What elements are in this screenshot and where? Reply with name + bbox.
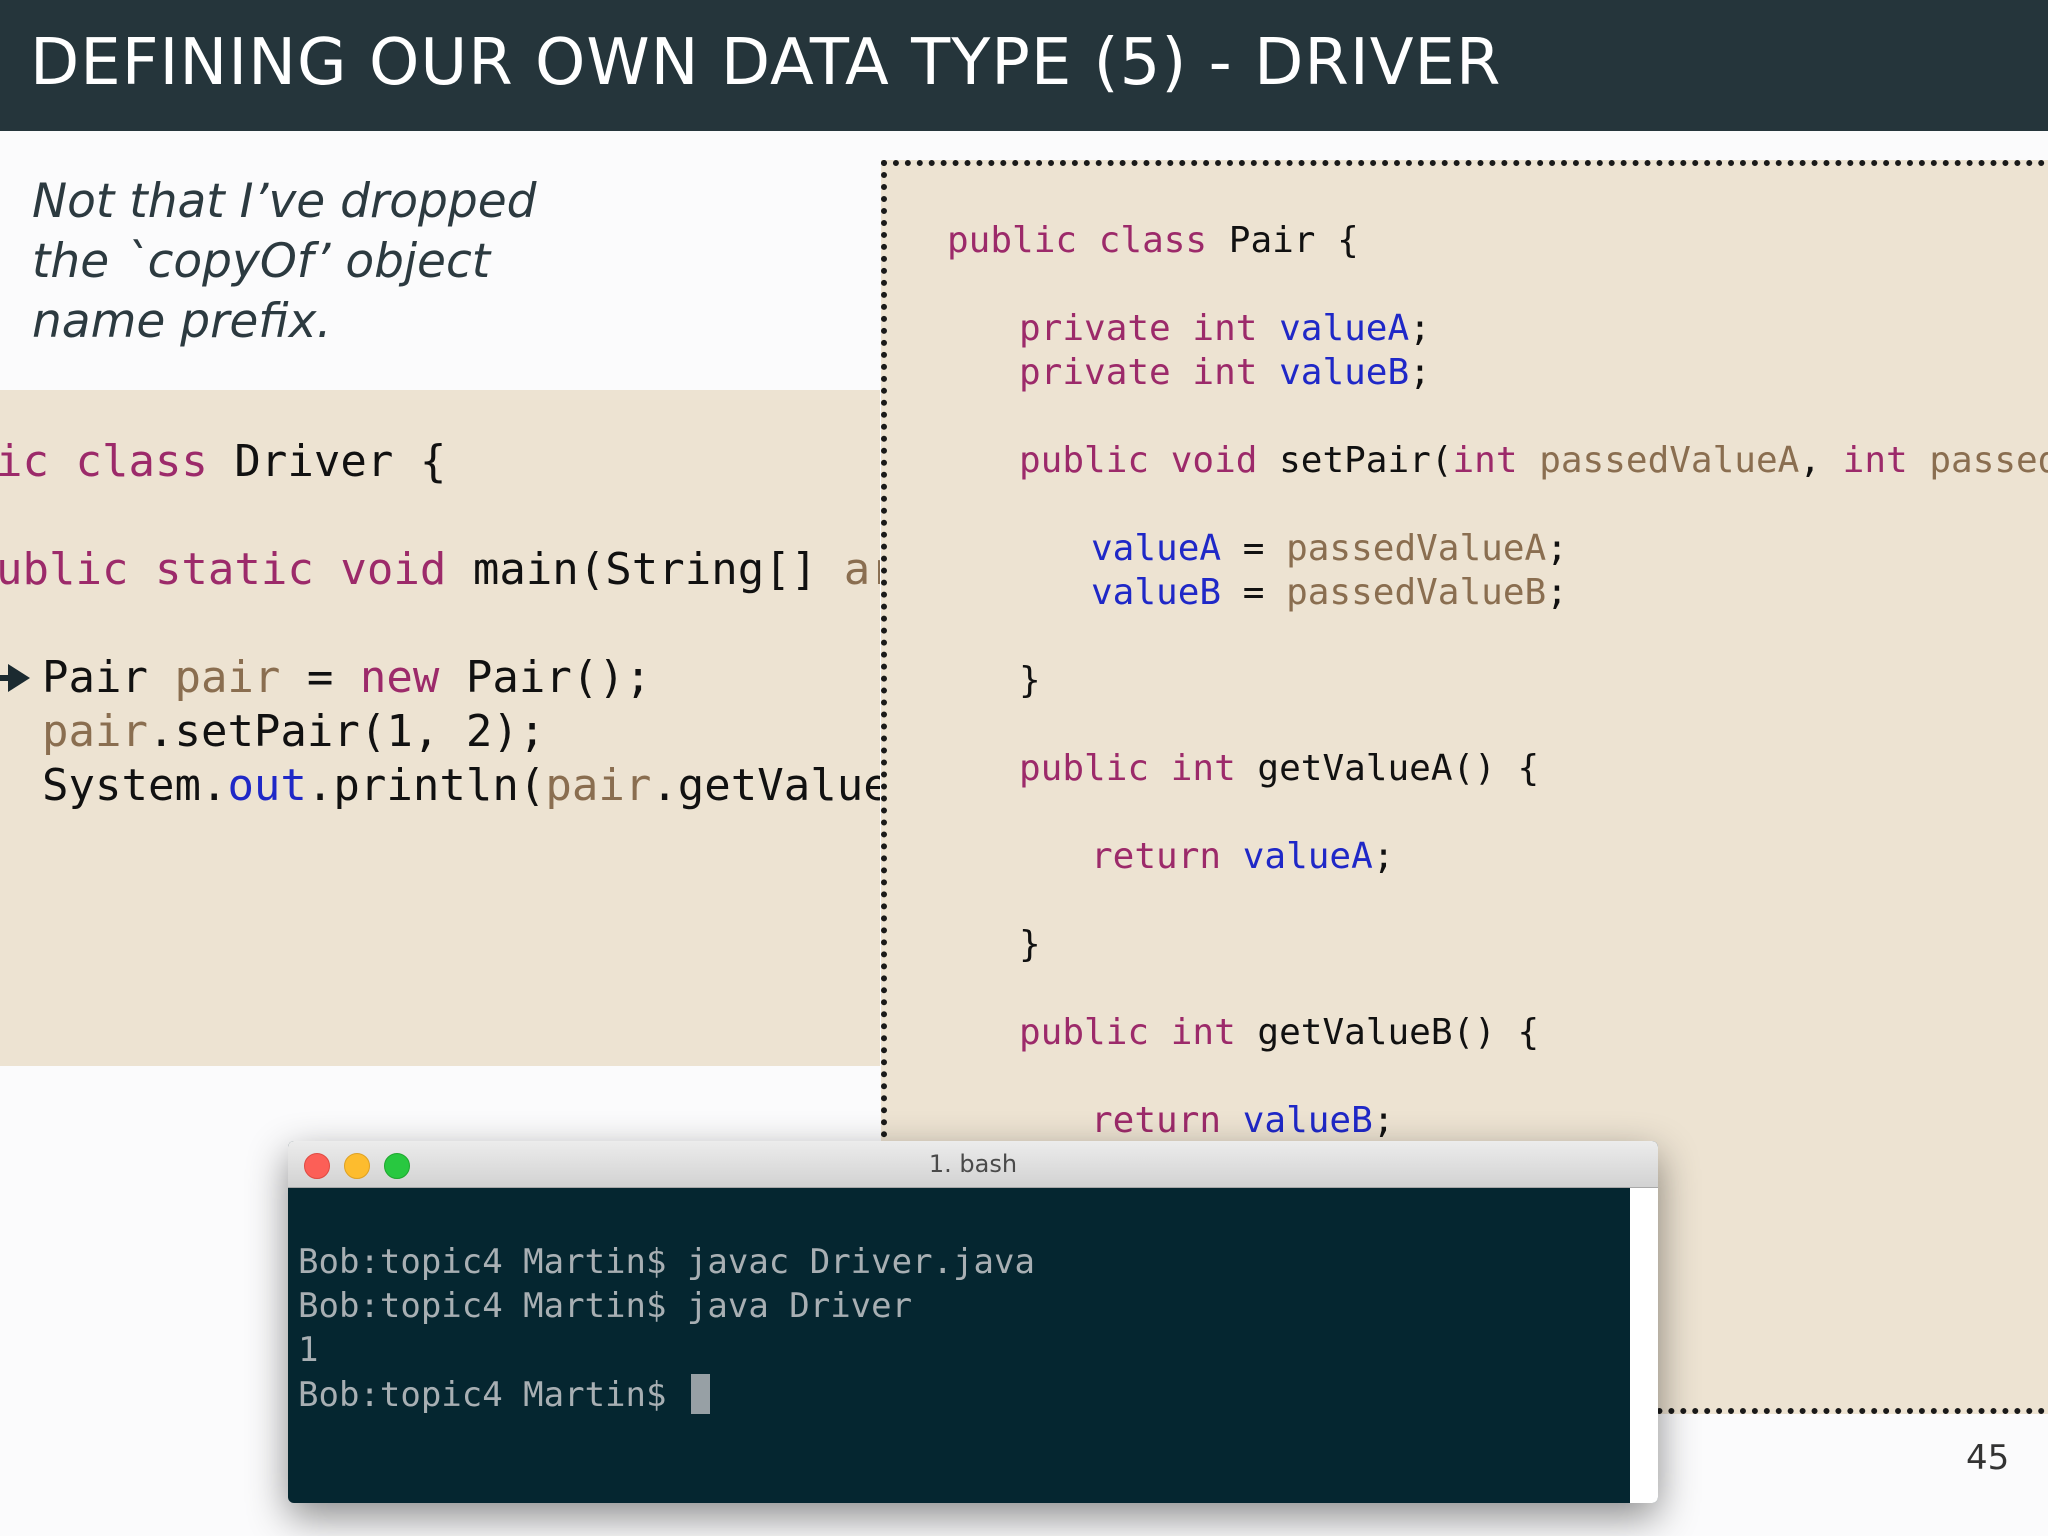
arrow-right-icon	[0, 664, 30, 692]
title-bar: DEFINING OUR OWN DATA TYPE (5) - DRIVER	[0, 0, 2048, 131]
note-line: Not that I’ve dropped	[32, 174, 537, 229]
code-line: }	[1019, 924, 1041, 965]
page-number: 45	[1966, 1438, 2010, 1478]
code-line: pair.setPair(1, 2);	[42, 706, 546, 757]
code-line: System.out.println(pair.getValueA()	[42, 760, 880, 811]
code-line: public int getValueB() {	[1019, 1012, 1540, 1053]
terminal-prompt-line: Bob:topic4 Martin$	[298, 1374, 710, 1415]
terminal-prompt: Bob:topic4 Martin$	[298, 1375, 687, 1415]
code-line: public int getValueA() {	[1019, 748, 1540, 789]
code-line: public void setPair(int passedValueA, in…	[1019, 440, 2048, 481]
terminal-output[interactable]: Bob:topic4 Martin$ javac Driver.java Bob…	[288, 1188, 1628, 1503]
driver-code-panel: ic class Driver { ublic static void main…	[0, 390, 880, 1066]
terminal-line: Bob:topic4 Martin$ java Driver	[298, 1286, 913, 1326]
terminal-window[interactable]: 1. bash Bob:topic4 Martin$ javac Driver.…	[288, 1141, 1658, 1503]
code-line: }	[1019, 660, 1041, 701]
terminal-title: 1. bash	[928, 1150, 1018, 1178]
code-line: private int valueB;	[1019, 352, 1431, 393]
terminal-line: Bob:topic4 Martin$ javac Driver.java	[298, 1242, 1035, 1282]
code-line: ic class Driver {	[0, 436, 447, 487]
note-line: the `copyOf’ object	[32, 234, 491, 289]
code-line: public class Pair {	[947, 220, 1359, 261]
code-line: Pair pair = new Pair();	[42, 652, 652, 703]
code-line: private int valueA;	[1019, 308, 1431, 349]
code-line: valueB = passedValueB;	[1091, 572, 1568, 613]
code-line: return valueA;	[1091, 836, 1395, 877]
slide-title: DEFINING OUR OWN DATA TYPE (5) - DRIVER	[30, 26, 1502, 100]
code-line: ublic static void main(String[] args)	[0, 544, 880, 595]
terminal-cursor	[690, 1374, 710, 1414]
code-line: return valueB;	[1091, 1100, 1395, 1141]
code-line: valueA = passedValueA;	[1091, 528, 1568, 569]
terminal-scrollbar[interactable]	[1630, 1188, 1658, 1503]
note-line: name prefix.	[32, 294, 332, 349]
slide-note: Not that I’ve dropped the `copyOf’ objec…	[32, 172, 632, 352]
terminal-titlebar[interactable]: 1. bash	[288, 1141, 1658, 1188]
terminal-line: 1	[298, 1330, 319, 1370]
